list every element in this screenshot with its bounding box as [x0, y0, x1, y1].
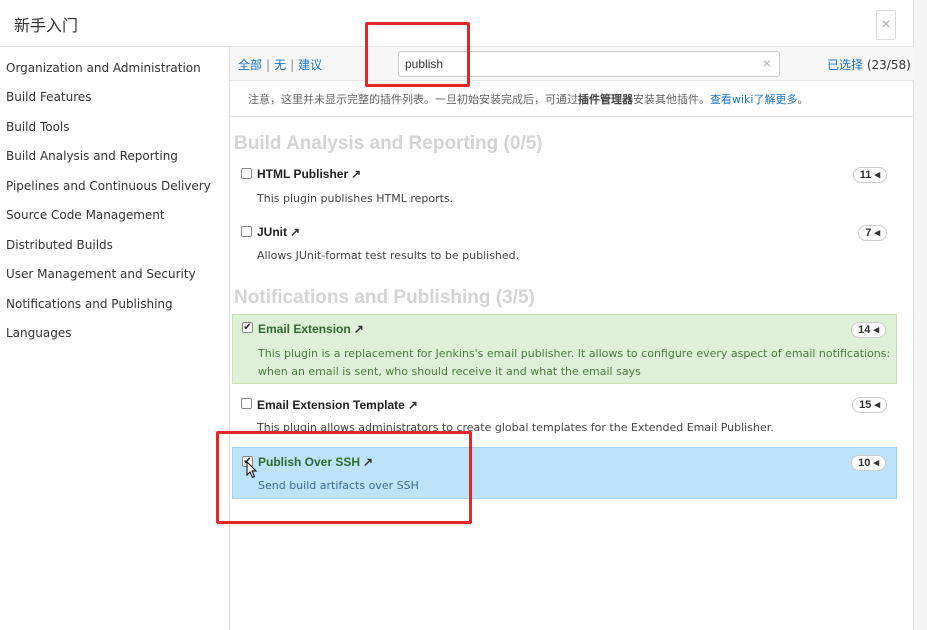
plugin-checkbox[interactable]: [241, 226, 252, 237]
notice-period: 。: [797, 93, 809, 106]
sidebar-item-notifications-and-publishing[interactable]: Notifications and Publishing: [6, 297, 173, 311]
badge-arrow-icon: ◂: [874, 399, 880, 411]
badge-arrow-icon: ◂: [873, 457, 879, 469]
filter-suggested-link[interactable]: 建议: [298, 58, 322, 72]
plugin-name[interactable]: Publish Over SSH ↗: [258, 455, 373, 469]
selected-count: 已选择 (23/58): [827, 56, 911, 73]
dependency-badge[interactable]: 15 ◂: [852, 397, 887, 413]
plugin-checkbox-checked[interactable]: ✔: [242, 322, 253, 333]
plugin-description: This plugin publishes HTML reports.: [257, 192, 454, 205]
plugin-row-email-extension[interactable]: ✔ Email Extension ↗ This plugin is a repl…: [232, 314, 897, 384]
plugin-name[interactable]: HTML Publisher ↗: [257, 167, 361, 181]
filter-separator: |: [266, 58, 271, 72]
plugin-description: Allows JUnit-format test results to be p…: [257, 249, 520, 262]
dependency-badge[interactable]: 10 ◂: [851, 455, 886, 471]
plugin-description: Send build artifacts over SSH: [258, 479, 419, 492]
notice-bar: 注意，这里并未显示完整的插件列表。一旦初始安装完成后，可通过插件管理器安装其他插…: [230, 81, 914, 117]
sidebar-item-build-features[interactable]: Build Features: [6, 90, 92, 104]
badge-arrow-icon: ◂: [874, 227, 880, 239]
plugin-name[interactable]: JUnit ↗: [257, 225, 300, 239]
external-link-icon[interactable]: ↗: [290, 225, 300, 239]
sidebar-item-user-management-and-security[interactable]: User Management and Security: [6, 267, 196, 281]
plugin-checkbox[interactable]: [241, 398, 252, 409]
sidebar-item-languages[interactable]: Languages: [6, 326, 71, 340]
filter-all-link[interactable]: 全部: [238, 58, 262, 72]
notice-bold: 插件管理器: [578, 93, 633, 106]
external-link-icon[interactable]: ↗: [363, 455, 373, 469]
filter-separator: |: [290, 58, 295, 72]
sidebar-item-build-tools[interactable]: Build Tools: [6, 120, 70, 134]
close-button[interactable]: ×: [876, 10, 896, 40]
sidebar-item-source-code-management[interactable]: Source Code Management: [6, 208, 165, 222]
filter-links: 全部 | 无 | 建议: [238, 56, 322, 73]
mouse-cursor-icon: [246, 461, 258, 479]
selected-count-value: (23/58): [866, 58, 911, 72]
search-box: ×: [398, 51, 780, 77]
plugin-description: This plugin allows administrators to cre…: [257, 421, 774, 434]
wiki-link[interactable]: 查看wiki了解更多: [710, 93, 797, 106]
category-sidebar: Organization and Administration Build Fe…: [0, 47, 230, 630]
plugin-name[interactable]: Email Extension ↗: [258, 322, 364, 336]
sidebar-item-build-analysis-and-reporting[interactable]: Build Analysis and Reporting: [6, 149, 178, 163]
selected-link[interactable]: 已选择: [827, 58, 863, 72]
plugin-row-email-extension-template[interactable]: Email Extension Template ↗ This plugin al…: [232, 391, 897, 443]
sidebar-item-pipelines-and-continuous-delivery[interactable]: Pipelines and Continuous Delivery: [6, 179, 211, 193]
external-link-icon[interactable]: ↗: [351, 167, 361, 181]
sidebar-item-organization-and-administration[interactable]: Organization and Administration: [6, 61, 201, 75]
dependency-badge[interactable]: 7 ◂: [858, 225, 887, 241]
dependency-badge[interactable]: 11 ◂: [852, 167, 887, 183]
plugin-name[interactable]: Email Extension Template ↗: [257, 398, 418, 412]
sidebar-item-distributed-builds[interactable]: Distributed Builds: [6, 238, 113, 252]
scrollbar-gutter: [914, 0, 927, 630]
search-input[interactable]: [399, 52, 739, 76]
dependency-badge[interactable]: 14 ◂: [851, 322, 886, 338]
plugin-description: This plugin is a replacement for Jenkins…: [258, 347, 891, 378]
plugin-checkbox[interactable]: [241, 168, 252, 179]
plugin-row-junit[interactable]: JUnit ↗ Allows JUnit-format test results …: [232, 219, 897, 271]
notice-text-after: 安装其他插件。: [633, 93, 710, 106]
dialog-title: 新手入门: [14, 16, 79, 35]
badge-arrow-icon: ◂: [874, 169, 880, 181]
plugin-row-publish-over-ssh[interactable]: ✔ Publish Over SSH ↗ Send build artifacts…: [232, 447, 897, 499]
setup-wizard-dialog: 新手入门 × Organization and Administration B…: [0, 0, 914, 630]
plugin-row-html-publisher[interactable]: HTML Publisher ↗ This plugin publishes HT…: [232, 161, 897, 213]
external-link-icon[interactable]: ↗: [354, 322, 364, 336]
group-title-notifications: Notifications and Publishing (3/5): [234, 287, 535, 308]
notice-text: 注意，这里并未显示完整的插件列表。一旦初始安装完成后，可通过: [248, 93, 578, 106]
group-title-build-analysis: Build Analysis and Reporting (0/5): [234, 133, 543, 154]
clear-search-icon[interactable]: ×: [763, 55, 771, 71]
filter-none-link[interactable]: 无: [274, 58, 286, 72]
plugin-toolbar: 全部|无|建议 × 已选择 (23/58): [230, 47, 914, 81]
external-link-icon[interactable]: ↗: [408, 398, 418, 412]
badge-arrow-icon: ◂: [873, 324, 879, 336]
